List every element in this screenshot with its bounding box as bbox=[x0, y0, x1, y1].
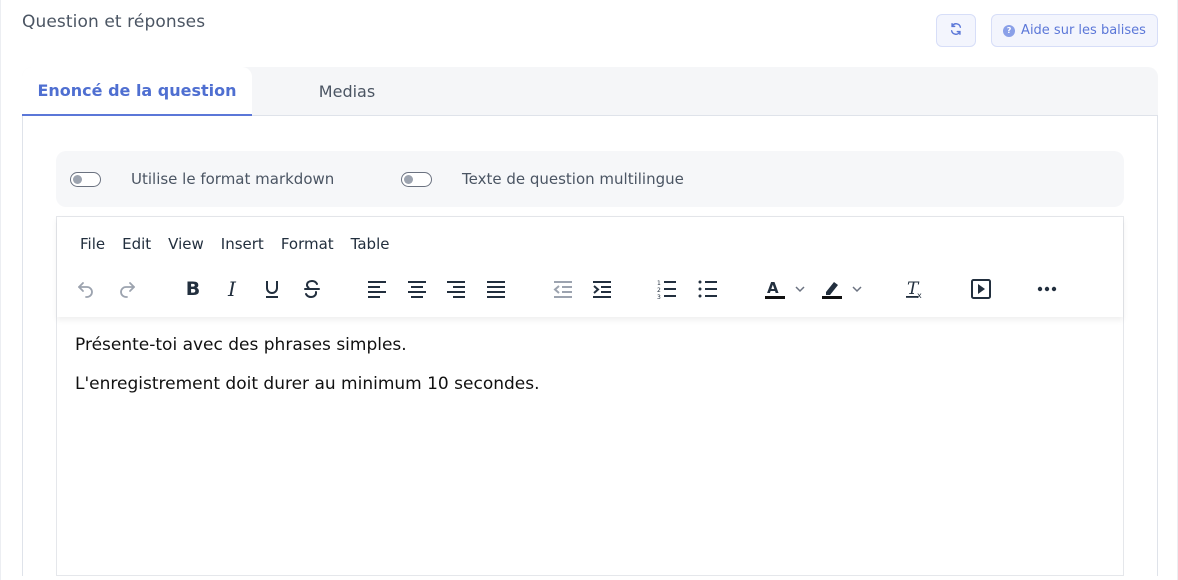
svg-text:2: 2 bbox=[657, 287, 661, 294]
multilingual-toggle[interactable] bbox=[401, 172, 432, 187]
outdent-icon bbox=[553, 281, 572, 298]
highlight-color-icon bbox=[822, 282, 862, 299]
question-circle-icon: ? bbox=[1003, 24, 1016, 37]
align-justify-button[interactable] bbox=[481, 275, 511, 303]
clear-formatting-button[interactable]: Tx bbox=[900, 275, 930, 303]
menu-format[interactable]: Format bbox=[281, 235, 334, 253]
italic-button[interactable]: I bbox=[217, 275, 247, 303]
strikethrough-icon bbox=[304, 279, 320, 299]
align-center-button[interactable] bbox=[402, 275, 432, 303]
section-title: Question et réponses bbox=[22, 12, 206, 32]
paragraph: L'enregistrement doit durer au minimum 1… bbox=[75, 374, 540, 394]
toggle-knob bbox=[73, 175, 82, 184]
help-tags-label: Aide sur les balises bbox=[1021, 23, 1146, 38]
refresh-button[interactable] bbox=[936, 14, 976, 47]
menu-file[interactable]: File bbox=[80, 235, 105, 253]
toggle-knob bbox=[404, 175, 413, 184]
indent-button[interactable] bbox=[587, 275, 617, 303]
editor-content[interactable]: Présente-toi avec des phrases simples. L… bbox=[75, 335, 540, 413]
bullet-list-button[interactable] bbox=[693, 275, 723, 303]
refresh-icon bbox=[949, 21, 963, 40]
menu-table[interactable]: Table bbox=[351, 235, 390, 253]
media-icon bbox=[971, 279, 991, 299]
strikethrough-button[interactable] bbox=[297, 275, 327, 303]
bold-button[interactable]: B bbox=[178, 275, 208, 303]
align-left-icon bbox=[368, 281, 386, 298]
tabs-bar: Enoncé de la question Medias bbox=[22, 67, 1158, 116]
redo-button[interactable] bbox=[112, 275, 142, 303]
align-center-icon bbox=[408, 281, 426, 298]
media-button[interactable] bbox=[966, 275, 996, 303]
svg-text:1: 1 bbox=[657, 280, 661, 287]
align-right-icon bbox=[447, 281, 465, 298]
help-tags-button[interactable]: ? Aide sur les balises bbox=[991, 14, 1158, 47]
markdown-label: Utilise le format markdown bbox=[131, 170, 335, 188]
question-card: Question et réponses ? Aide sur les bali… bbox=[0, 0, 1178, 580]
highlight-color-button[interactable] bbox=[818, 275, 868, 303]
underline-button[interactable] bbox=[257, 275, 287, 303]
text-color-icon: A bbox=[765, 279, 805, 299]
indent-icon bbox=[593, 281, 611, 298]
tab-question-statement[interactable]: Enoncé de la question bbox=[22, 67, 252, 116]
more-button[interactable] bbox=[1032, 275, 1062, 303]
editor-header: File Edit View Insert Format Table B I 1… bbox=[57, 217, 1123, 317]
italic-icon: I bbox=[228, 277, 236, 301]
redo-icon bbox=[120, 282, 135, 298]
numbered-list-icon: 123 bbox=[657, 280, 676, 299]
editor-menubar: File Edit View Insert Format Table bbox=[80, 235, 406, 253]
svg-text:A: A bbox=[767, 279, 779, 297]
text-color-button[interactable]: A bbox=[761, 275, 811, 303]
menu-view[interactable]: View bbox=[168, 235, 204, 253]
outdent-button[interactable] bbox=[548, 275, 578, 303]
menu-insert[interactable]: Insert bbox=[221, 235, 264, 253]
align-left-button[interactable] bbox=[362, 275, 392, 303]
tab-medias[interactable]: Medias bbox=[252, 67, 442, 116]
undo-icon bbox=[78, 282, 93, 298]
align-right-button[interactable] bbox=[441, 275, 471, 303]
underline-icon bbox=[266, 281, 278, 298]
svg-text:x: x bbox=[917, 291, 922, 299]
clear-formatting-icon: Tx bbox=[906, 279, 922, 299]
numbered-list-button[interactable]: 123 bbox=[652, 275, 682, 303]
markdown-toggle[interactable] bbox=[70, 172, 101, 187]
multilingual-label: Texte de question multilingue bbox=[462, 170, 684, 188]
bold-icon: B bbox=[185, 278, 201, 300]
bullet-list-icon bbox=[698, 280, 717, 298]
menu-edit[interactable]: Edit bbox=[122, 235, 151, 253]
svg-text:3: 3 bbox=[657, 294, 661, 299]
undo-button[interactable] bbox=[71, 275, 101, 303]
align-justify-icon bbox=[487, 281, 505, 298]
paragraph: Présente-toi avec des phrases simples. bbox=[75, 335, 407, 355]
rich-text-editor: File Edit View Insert Format Table B I 1… bbox=[56, 216, 1124, 576]
options-bar: Utilise le format markdown Texte de ques… bbox=[56, 151, 1124, 207]
more-icon bbox=[1037, 286, 1057, 292]
